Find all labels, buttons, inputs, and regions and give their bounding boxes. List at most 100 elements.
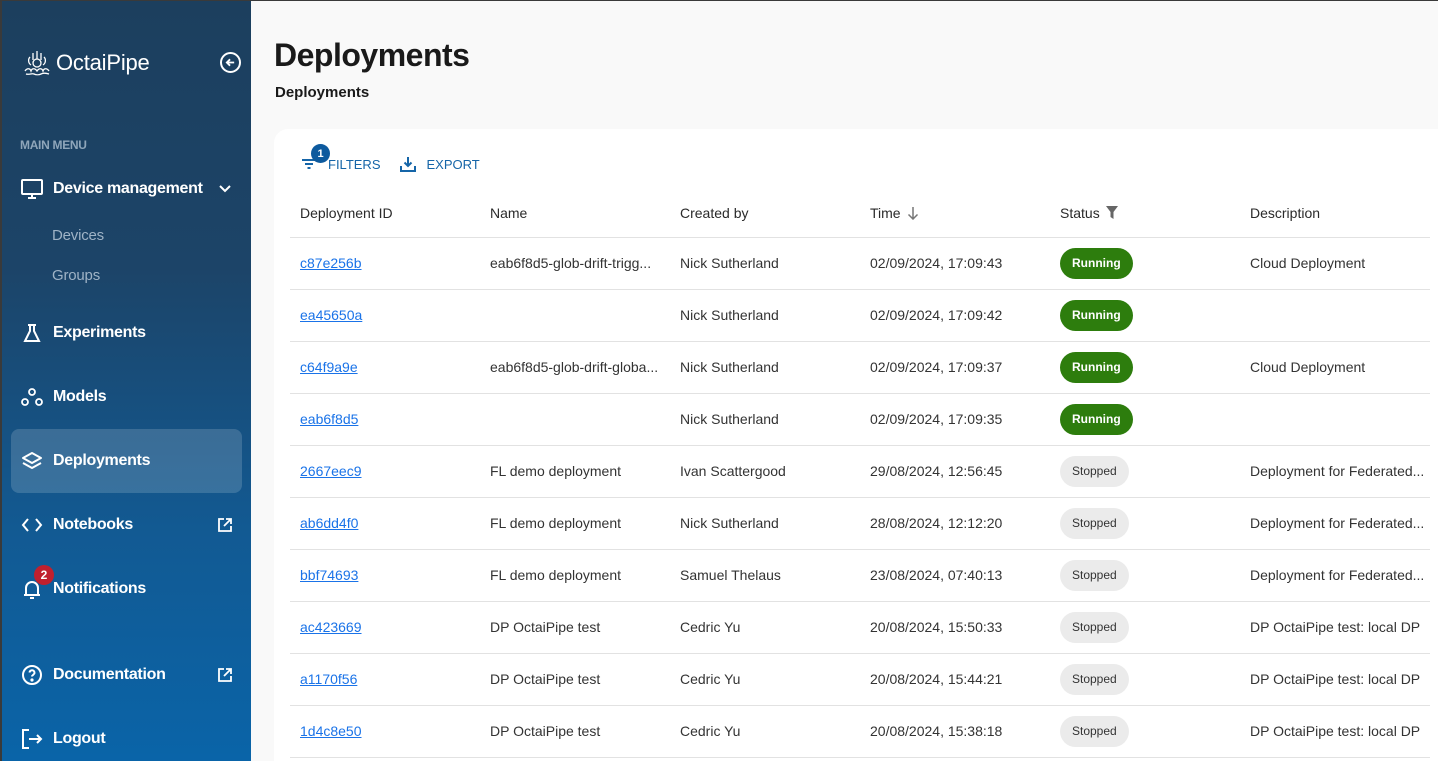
cell-description: Deployment for Federated...	[1240, 497, 1430, 550]
cell-description: Deployment for Federated...	[1240, 445, 1430, 498]
cell-created-by: Cedric Yu	[670, 601, 860, 654]
cell-deployment-id: ab6dd4f0	[290, 497, 480, 550]
deployment-id-link[interactable]: 2667eec9	[300, 463, 362, 479]
cell-status: Running	[1050, 237, 1240, 290]
cell-description: Cloud Deployment	[1240, 341, 1430, 394]
sidebar-item-experiments[interactable]: Experiments	[11, 309, 242, 357]
cell-status: Running	[1050, 393, 1240, 446]
brand[interactable]: OctaiPipe	[22, 49, 150, 77]
sort-descending-icon[interactable]	[907, 206, 919, 220]
layers-icon	[21, 450, 43, 472]
cell-created-by: Nick Sutherland	[670, 341, 860, 394]
table-row[interactable]: c64f9a9e eab6f8d5-glob-drift-globa... Nick…	[290, 341, 1430, 394]
column-header-status[interactable]: Status	[1050, 189, 1240, 238]
cell-time: 23/08/2024, 07:40:13	[860, 549, 1050, 602]
cell-created-by: Nick Sutherland	[670, 393, 860, 446]
deployment-id-link[interactable]: a1170f56	[300, 671, 357, 687]
deployment-id-link[interactable]: ab6dd4f0	[300, 515, 358, 531]
cell-deployment-id: bbf74693	[290, 549, 480, 602]
breadcrumb: Deployments	[275, 84, 370, 101]
cell-created-by: Nick Sutherland	[670, 289, 860, 342]
column-header-name[interactable]: Name	[480, 189, 670, 238]
cell-name	[480, 289, 670, 342]
table-row[interactable]: a1170f56 DP OctaiPipe test Cedric Yu 20/08/…	[290, 653, 1430, 706]
chevron-down-icon[interactable]	[218, 184, 232, 194]
cell-description: DP OctaiPipe test: local DP	[1240, 705, 1430, 758]
cell-deployment-id: c87e256b	[290, 237, 480, 290]
status-badge: Running	[1060, 351, 1133, 383]
column-header-description[interactable]: Description	[1240, 189, 1430, 238]
cell-description: Deployment for Federated...	[1240, 549, 1430, 602]
sidebar-item-logout[interactable]: Logout	[11, 715, 242, 761]
sidebar-item-documentation[interactable]: Documentation	[11, 651, 242, 699]
sidebar-item-device-management[interactable]: Device management	[11, 165, 242, 213]
cell-time: 02/09/2024, 17:09:35	[860, 393, 1050, 446]
cell-description: DP OctaiPipe test: local DP	[1240, 601, 1430, 654]
cell-deployment-id: a1170f56	[290, 653, 480, 706]
sidebar: OctaiPipe MAIN MENU Device management De…	[2, 1, 251, 761]
cell-description: Cloud Deployment	[1240, 237, 1430, 290]
sidebar-item-models[interactable]: Models	[11, 373, 242, 421]
table-row[interactable]: c87e256b eab6f8d5-glob-drift-trigg... Nick…	[290, 237, 1430, 290]
octaipipe-logo-icon	[24, 51, 50, 76]
cell-name: eab6f8d5-glob-drift-globa...	[480, 341, 670, 394]
export-button[interactable]: EXPORT	[399, 155, 480, 173]
table-body: c87e256b eab6f8d5-glob-drift-trigg... Nick…	[290, 237, 1430, 758]
main-menu-heading: MAIN MENU	[20, 138, 87, 152]
filters-button[interactable]: 1 FILTERS	[300, 144, 381, 173]
cell-status: Running	[1050, 289, 1240, 342]
deployment-id-link[interactable]: c87e256b	[300, 255, 362, 271]
cell-status: Running	[1050, 341, 1240, 394]
main-content: Deployments Deployments 1 FILTERS EXPORT	[251, 1, 1438, 761]
cell-time: 20/08/2024, 15:50:33	[860, 601, 1050, 654]
sidebar-item-label: Experiments	[53, 324, 146, 341]
table-row[interactable]: eab6f8d5 Nick Sutherland 02/09/2024, 17:09…	[290, 393, 1430, 446]
download-icon	[399, 155, 417, 173]
status-badge: Stopped	[1060, 507, 1129, 539]
cell-deployment-id: ea45650a	[290, 289, 480, 342]
collapse-sidebar-button[interactable]	[220, 52, 241, 73]
cell-created-by: Ivan Scattergood	[670, 445, 860, 498]
deployment-id-link[interactable]: ac423669	[300, 619, 362, 635]
filters-label: FILTERS	[328, 156, 381, 172]
sidebar-item-notebooks[interactable]: Notebooks	[11, 501, 242, 549]
sidebar-item-groups[interactable]: Groups	[52, 267, 100, 284]
deployment-id-link[interactable]: bbf74693	[300, 567, 358, 583]
status-badge: Stopped	[1060, 559, 1129, 591]
cell-created-by: Samuel Thelaus	[670, 549, 860, 602]
external-link-icon	[218, 518, 232, 532]
cell-time: 02/09/2024, 17:09:42	[860, 289, 1050, 342]
deployments-card: 1 FILTERS EXPORT Deployment ID Name Crea…	[274, 129, 1438, 761]
column-header-created-by[interactable]: Created by	[670, 189, 860, 238]
deployment-id-link[interactable]: 1d4c8e50	[300, 723, 362, 739]
arrow-left-icon	[225, 58, 235, 67]
deployment-id-link[interactable]: c64f9a9e	[300, 359, 358, 375]
sidebar-item-devices[interactable]: Devices	[52, 227, 104, 244]
sidebar-item-label: Models	[53, 388, 107, 405]
column-header-time[interactable]: Time	[860, 189, 1050, 238]
table-row[interactable]: ac423669 DP OctaiPipe test Cedric Yu 20/08/…	[290, 601, 1430, 654]
flask-icon	[21, 322, 43, 344]
notification-count-badge: 2	[34, 565, 54, 585]
help-circle-icon	[21, 664, 43, 686]
sidebar-item-label: Notebooks	[53, 516, 133, 533]
deployments-table: Deployment ID Name Created by Time Statu…	[290, 189, 1430, 758]
cell-name: DP OctaiPipe test	[480, 705, 670, 758]
cell-description: DP OctaiPipe test: local DP	[1240, 653, 1430, 706]
filter-funnel-icon[interactable]	[1105, 206, 1118, 220]
status-badge: Running	[1060, 403, 1133, 435]
sidebar-item-deployments[interactable]: Deployments	[11, 429, 242, 493]
cell-status: Stopped	[1050, 497, 1240, 550]
cell-time: 20/08/2024, 15:38:18	[860, 705, 1050, 758]
cell-status: Stopped	[1050, 653, 1240, 706]
cell-created-by: Nick Sutherland	[670, 497, 860, 550]
table-row[interactable]: ab6dd4f0 FL demo deployment Nick Sutherlan…	[290, 497, 1430, 550]
table-row[interactable]: bbf74693 FL demo deployment Samuel Thelaus…	[290, 549, 1430, 602]
deployment-id-link[interactable]: ea45650a	[300, 307, 362, 323]
table-row[interactable]: ea45650a Nick Sutherland 02/09/2024, 17:09…	[290, 289, 1430, 342]
table-row[interactable]: 2667eec9 FL demo deployment Ivan Scattergo…	[290, 445, 1430, 498]
deployment-id-link[interactable]: eab6f8d5	[300, 411, 358, 427]
column-header-deployment-id[interactable]: Deployment ID	[290, 189, 480, 238]
table-row[interactable]: 1d4c8e50 DP OctaiPipe test Cedric Yu 20/08/…	[290, 705, 1430, 758]
code-icon	[21, 514, 43, 536]
